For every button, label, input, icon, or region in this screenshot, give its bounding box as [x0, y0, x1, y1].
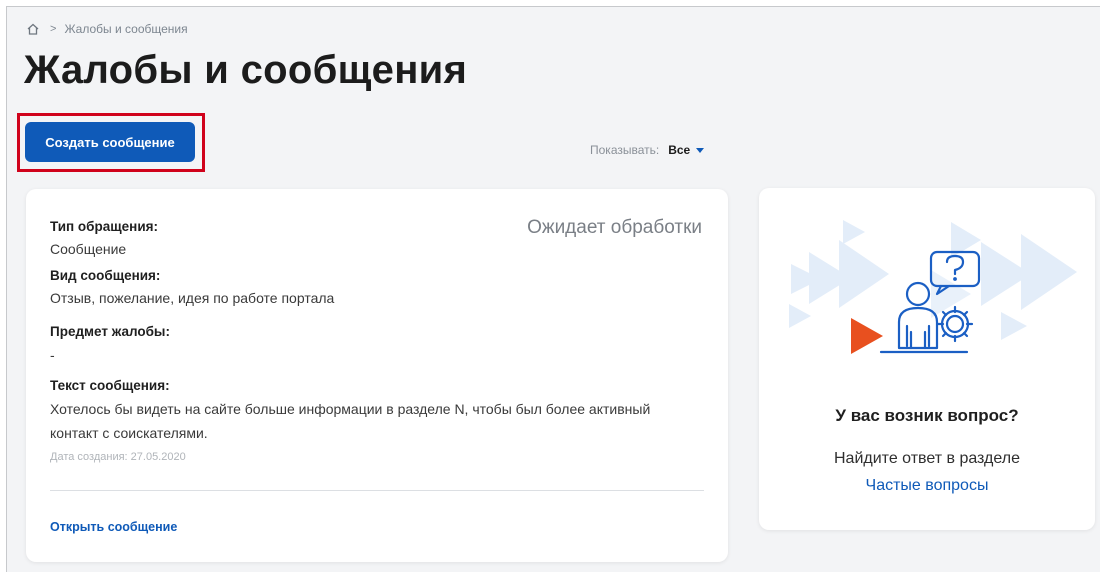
filter-label: Показывать: [590, 143, 660, 157]
breadcrumb: > Жалобы и сообщения [26, 22, 188, 36]
message-card: Ожидает обработки Тип обращения: Сообщен… [26, 189, 728, 562]
help-text: Найдите ответ в разделе [834, 450, 1020, 467]
field-value-subject: - [50, 347, 55, 363]
support-person-illustration [789, 220, 1077, 354]
creation-date: Дата создания: 27.05.2020 [50, 451, 186, 463]
breadcrumb-separator: > [50, 23, 57, 35]
faq-link[interactable]: Частые вопросы [759, 477, 1095, 495]
help-question: У вас возник вопрос? [835, 406, 1019, 425]
card-divider [50, 490, 704, 491]
home-icon[interactable] [26, 22, 40, 36]
filter-value[interactable]: Все [668, 143, 690, 157]
field-label-kind: Вид сообщения: [50, 268, 161, 283]
open-message-link[interactable]: Открыть сообщение [50, 520, 177, 534]
create-message-button[interactable]: Создать сообщение [25, 122, 195, 162]
field-label-subject: Предмет жалобы: [50, 324, 170, 339]
field-label-text: Текст сообщения: [50, 378, 170, 393]
caret-down-icon[interactable] [696, 147, 705, 153]
field-label-type: Тип обращения: [50, 219, 158, 234]
help-card: У вас возник вопрос? Найдите ответ в раз… [759, 188, 1095, 530]
field-value-kind: Отзыв, пожелание, идея по работе портала [50, 290, 335, 306]
show-filter[interactable]: Показывать: Все [590, 143, 705, 157]
field-value-type: Сообщение [50, 241, 127, 257]
page-title: Жалобы и сообщения [24, 48, 468, 92]
play-icon [851, 318, 883, 354]
breadcrumb-current: Жалобы и сообщения [64, 22, 188, 36]
status-badge: Ожидает обработки [527, 217, 702, 238]
field-value-text: Хотелось бы видеть на сайте больше инфор… [50, 401, 651, 441]
